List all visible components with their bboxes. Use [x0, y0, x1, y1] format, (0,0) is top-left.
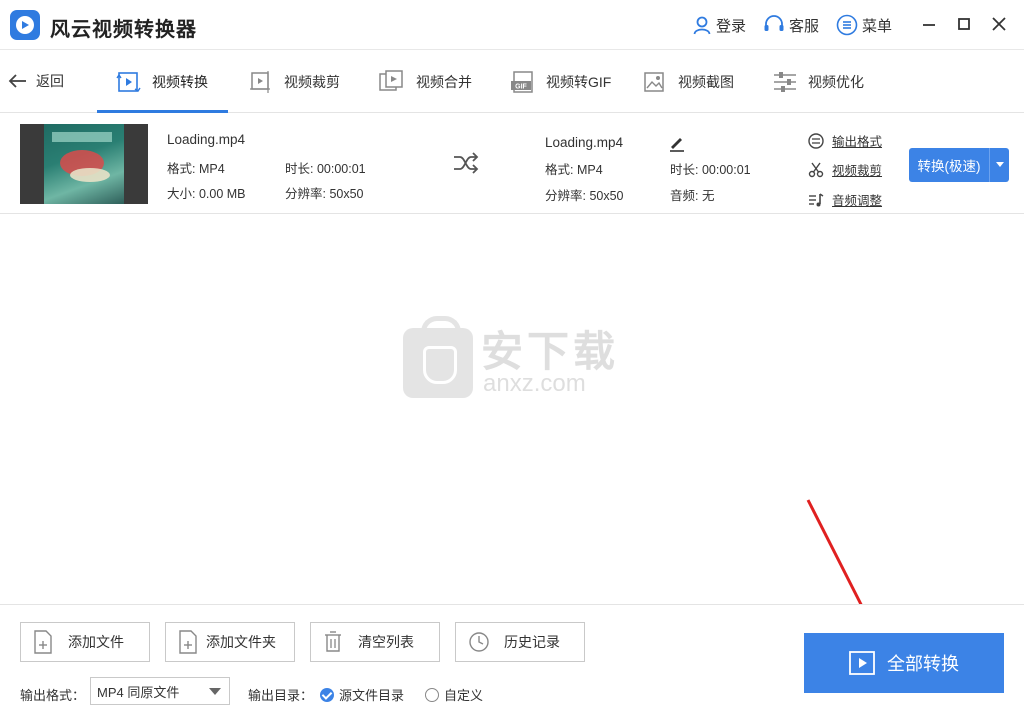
watermark-logo: 安下载 anxz.com: [403, 316, 623, 402]
source-resolution: 分辨率: 50x50: [285, 187, 364, 201]
output-format-value: MP4 同原文件: [97, 684, 180, 700]
video-merge-icon: [379, 70, 403, 91]
user-icon: [693, 16, 711, 35]
video-thumbnail: [20, 124, 148, 204]
tab-label: 视频转换: [152, 74, 208, 90]
chevron-down-icon: [209, 688, 221, 695]
output-format-select[interactable]: MP4 同原文件: [90, 677, 230, 705]
dir-source-radio[interactable]: 源文件目录: [320, 685, 404, 704]
minimize-icon: [923, 24, 935, 26]
output-file-name: Loading.mp4: [545, 135, 624, 150]
audio-icon: [809, 192, 824, 206]
output-dir-field-label: 输出目录：: [248, 688, 314, 703]
history-label: 历史记录: [504, 634, 560, 650]
file-list-row[interactable]: Loading.mp4 格式: MP4 时长: 00:00:01 大小: 0.0…: [0, 114, 1024, 214]
add-folder-button[interactable]: 添加文件夹: [165, 622, 295, 662]
back-button[interactable]: 返回: [8, 71, 64, 91]
dropdown-caret-icon[interactable]: [990, 161, 1009, 169]
audio-adjust-label: 音频调整: [832, 194, 883, 208]
output-format: 格式: MP4: [545, 163, 603, 177]
screenshot-icon: [644, 72, 664, 92]
video-crop-icon: [250, 71, 270, 93]
arrow-left-icon: [8, 74, 26, 88]
output-format-link[interactable]: 输出格式: [808, 131, 882, 150]
shopping-bag-icon: [403, 316, 473, 398]
source-size: 大小: 0.00 MB: [167, 187, 246, 201]
output-format-field-label: 输出格式：: [20, 688, 86, 703]
tab-label: 视频截图: [678, 74, 734, 90]
video-crop-link[interactable]: 视频裁剪: [808, 160, 882, 179]
tab-video-gif[interactable]: GIF 视频转GIF: [510, 67, 611, 97]
add-file-button[interactable]: 添加文件: [20, 622, 150, 662]
convert-fast-button[interactable]: 转换(极速): [909, 148, 1009, 182]
output-audio: 音频: 无: [670, 189, 715, 203]
add-folder-label: 添加文件夹: [206, 634, 276, 650]
watermark-domain: anxz.com: [483, 370, 586, 397]
nav-bar: 返回 视频转换 视频裁剪 视频合并 GIF 视频转GIF 视频截图 视频优化: [0, 51, 1024, 113]
login-button[interactable]: 登录: [692, 14, 746, 36]
history-button[interactable]: 历史记录: [455, 622, 585, 662]
active-tab-indicator: [97, 110, 228, 113]
menu-icon: [836, 14, 858, 36]
shuffle-icon: [452, 152, 480, 177]
app-logo-icon: [10, 10, 40, 40]
clear-list-label: 清空列表: [358, 634, 414, 650]
video-crop-label: 视频裁剪: [832, 164, 883, 178]
svg-text:GIF: GIF: [515, 84, 527, 91]
audio-adjust-link[interactable]: 音频调整: [808, 190, 882, 209]
tab-video-merge[interactable]: 视频合并: [378, 67, 472, 97]
tab-label: 视频裁剪: [284, 74, 340, 90]
output-format-label: 输出格式: [832, 135, 883, 149]
tab-video-crop[interactable]: 视频裁剪: [248, 67, 340, 97]
tab-label: 视频转GIF: [546, 74, 612, 90]
optimize-icon: [774, 72, 796, 92]
bottom-toolbar: 添加文件 添加文件夹 清空列表 历史记录 全部转换 输出格式： MP4 同原文件…: [0, 604, 1024, 720]
tab-label: 视频优化: [808, 74, 864, 90]
clock-icon: [469, 632, 489, 652]
output-duration: 时长: 00:00:01: [670, 163, 751, 177]
tab-video-screenshot[interactable]: 视频截图: [642, 67, 734, 97]
radio-checked-icon: [320, 687, 334, 702]
maximize-button[interactable]: [953, 13, 975, 35]
add-folder-icon: [179, 630, 197, 654]
maximize-icon: [958, 18, 970, 30]
dir-custom-radio[interactable]: 自定义: [425, 685, 483, 704]
title-bar: 风云视频转换器 登录 客服 菜单: [0, 0, 1024, 50]
menu-button[interactable]: 菜单: [836, 14, 892, 36]
format-icon: [808, 132, 824, 149]
output-resolution: 分辨率: 50x50: [545, 189, 624, 203]
customer-service-button[interactable]: 客服: [763, 14, 819, 36]
app-title: 风云视频转换器: [50, 19, 197, 41]
convert-fast-label: 转换(极速): [917, 159, 981, 174]
add-file-icon: [34, 630, 52, 654]
gif-icon: GIF: [511, 71, 533, 93]
tab-label: 视频合并: [416, 74, 472, 90]
close-button[interactable]: [988, 13, 1010, 35]
service-label: 客服: [789, 17, 820, 35]
menu-label: 菜单: [862, 17, 893, 35]
login-label: 登录: [716, 17, 747, 35]
radio-unchecked-icon: [425, 687, 439, 702]
edit-name-button[interactable]: [668, 134, 686, 155]
play-icon: [849, 651, 875, 675]
source-format: 格式: MP4: [167, 162, 225, 176]
source-file-name: Loading.mp4: [167, 132, 246, 147]
add-file-label: 添加文件: [68, 634, 124, 650]
dir-source-label: 源文件目录: [339, 688, 405, 703]
scissors-icon: [808, 162, 824, 177]
video-convert-icon: [116, 72, 141, 92]
source-duration: 时长: 00:00:01: [285, 162, 366, 176]
tab-video-optimize[interactable]: 视频优化: [772, 67, 864, 97]
close-icon: [992, 17, 1006, 31]
convert-all-label: 全部转换: [887, 654, 959, 674]
tab-video-convert[interactable]: 视频转换: [116, 67, 208, 97]
pencil-icon: [670, 138, 684, 152]
minimize-button[interactable]: [918, 13, 940, 35]
headset-icon: [764, 15, 784, 31]
trash-icon: [325, 631, 341, 652]
back-label: 返回: [36, 73, 64, 89]
clear-list-button[interactable]: 清空列表: [310, 622, 440, 662]
convert-all-button[interactable]: 全部转换: [804, 633, 1004, 693]
dir-custom-label: 自定义: [444, 688, 484, 703]
